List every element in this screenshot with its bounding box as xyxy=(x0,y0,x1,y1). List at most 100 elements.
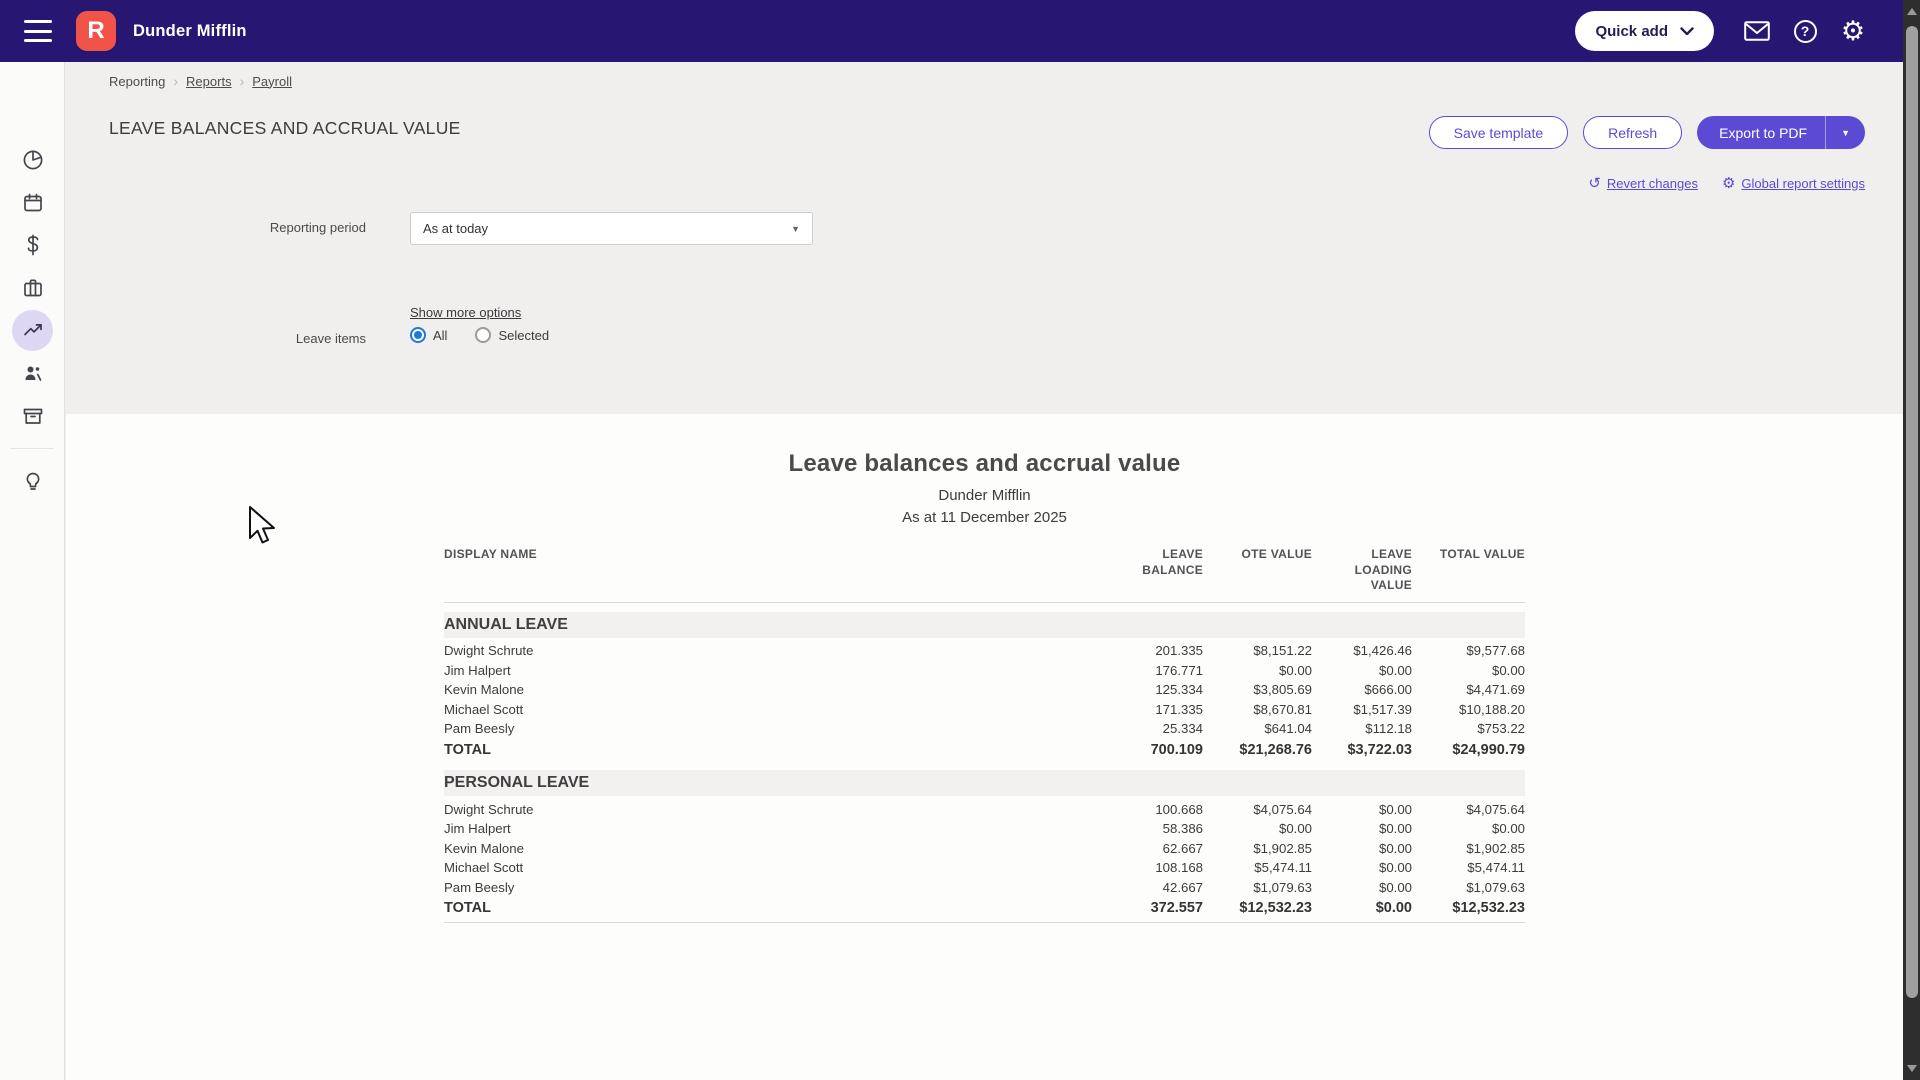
calendar-icon[interactable] xyxy=(12,182,53,223)
scrollbar-up-arrow-icon[interactable] xyxy=(1907,8,1917,15)
briefcase-icon[interactable] xyxy=(12,267,53,308)
scrollbar-down-arrow-icon[interactable] xyxy=(1907,1065,1917,1072)
radio-all-control[interactable] xyxy=(410,327,426,343)
cell-name: Jim Halpert xyxy=(444,663,984,678)
reporting-period-label: Reporting period xyxy=(66,220,366,235)
cell-value: $0.00 xyxy=(1312,663,1412,678)
chevron-down-icon xyxy=(1680,27,1694,36)
cell-value: $0.00 xyxy=(1412,821,1525,836)
cell-name: Dwight Schrute xyxy=(444,643,984,658)
cell-value: $0.00 xyxy=(1312,802,1412,817)
table-header-row: DISPLAY NAME LEAVE BALANCE OTE VALUE LEA… xyxy=(444,547,1525,603)
app-logo[interactable]: R xyxy=(76,11,116,51)
help-glyph: ? xyxy=(1801,23,1810,39)
cell-value: $8,151.22 xyxy=(1203,643,1312,658)
cell-value: $5,474.11 xyxy=(1203,860,1312,875)
cell-name: Dwight Schrute xyxy=(444,802,984,817)
column-display-name: DISPLAY NAME xyxy=(444,547,984,594)
table-row: Michael Scott171.335$8,670.81$1,517.39$1… xyxy=(444,699,1525,719)
vertical-scrollbar[interactable] xyxy=(1903,0,1920,1080)
cell-value: $0.00 xyxy=(1312,860,1412,875)
export-to-pdf-label: Export to PDF xyxy=(1697,125,1825,141)
cell-name: Kevin Malone xyxy=(444,682,984,697)
column-leave-loading-value: LEAVE LOADING VALUE xyxy=(1312,547,1412,594)
export-to-pdf-button[interactable]: Export to PDF ▼ xyxy=(1697,116,1865,149)
breadcrumb-separator: › xyxy=(173,73,178,89)
cell-name: Pam Beesly xyxy=(444,880,984,895)
cell-value: $0.00 xyxy=(1203,663,1312,678)
cell-value: 372.557 xyxy=(984,900,1203,916)
report-company: Dunder Mifflin xyxy=(444,487,1525,504)
cell-name: TOTAL xyxy=(444,900,984,916)
cell-value: 176.771 xyxy=(984,663,1203,678)
radio-selected[interactable]: Selected xyxy=(475,327,549,343)
table-row: Jim Halpert176.771$0.00$0.00$0.00 xyxy=(444,660,1525,680)
archive-icon[interactable] xyxy=(12,395,53,436)
global-report-settings-label: Global report settings xyxy=(1741,176,1865,191)
gear-icon: ⚙ xyxy=(1722,174,1735,192)
cell-value: 125.334 xyxy=(984,682,1203,697)
help-icon[interactable]: ? xyxy=(1782,11,1828,51)
settings-gear-icon[interactable]: ⚙ xyxy=(1830,11,1876,51)
cell-name: Jim Halpert xyxy=(444,821,984,836)
table-row: Michael Scott108.168$5,474.11$0.00$5,474… xyxy=(444,858,1525,878)
mail-icon[interactable] xyxy=(1734,11,1780,51)
toolbar: Save template Refresh Export to PDF ▼ xyxy=(1429,116,1865,149)
save-template-button[interactable]: Save template xyxy=(1429,116,1569,149)
undo-icon: ↺ xyxy=(1588,174,1601,192)
app-window: R Dunder Mifflin Quick add ? xyxy=(0,0,1920,1080)
export-dropdown-caret[interactable]: ▼ xyxy=(1826,128,1865,138)
lightbulb-icon[interactable] xyxy=(12,461,53,502)
cell-value: $4,075.64 xyxy=(1412,802,1525,817)
dollar-icon[interactable] xyxy=(12,224,53,265)
scrollbar-thumb[interactable] xyxy=(1906,26,1918,998)
cell-value: $1,079.63 xyxy=(1412,880,1525,895)
quick-add-button[interactable]: Quick add xyxy=(1575,11,1714,51)
cell-value: $0.00 xyxy=(1203,821,1312,836)
pie-chart-icon[interactable] xyxy=(12,139,53,180)
breadcrumb-payroll-link[interactable]: Payroll xyxy=(252,74,292,89)
report-table-body: ANNUAL LEAVE Dwight Schrute201.335$8,151.… xyxy=(444,612,1525,923)
logo-letter: R xyxy=(87,17,104,45)
cell-value: $4,471.69 xyxy=(1412,682,1525,697)
column-leave-balance: LEAVE BALANCE xyxy=(984,547,1203,594)
reporting-period-select[interactable]: As at today ▼ xyxy=(410,212,813,245)
show-more-options-link[interactable]: Show more options xyxy=(410,305,521,320)
table-row: Kevin Malone62.667$1,902.85$0.00$1,902.8… xyxy=(444,838,1525,858)
top-navbar: R Dunder Mifflin Quick add ? xyxy=(0,0,1920,62)
select-caret-icon: ▼ xyxy=(791,224,800,234)
cell-value: $24,990.79 xyxy=(1412,742,1525,758)
table-row: Dwight Schrute100.668$4,075.64$0.00$4,07… xyxy=(444,799,1525,819)
cell-value: $5,474.11 xyxy=(1412,860,1525,875)
table-row: Dwight Schrute201.335$8,151.22$1,426.46$… xyxy=(444,641,1525,661)
cell-value: $21,268.76 xyxy=(1203,742,1312,758)
global-report-settings-link[interactable]: ⚙ Global report settings xyxy=(1722,174,1865,192)
column-total-value: TOTAL VALUE xyxy=(1412,547,1525,594)
radio-selected-control[interactable] xyxy=(475,327,491,343)
breadcrumb: Reporting › Reports › Payroll xyxy=(109,73,292,89)
cell-value: $12,532.23 xyxy=(1412,900,1525,916)
revert-changes-link[interactable]: ↺ Revert changes xyxy=(1588,174,1698,192)
report-as-at-date: As at 11 December 2025 xyxy=(444,509,1525,526)
breadcrumb-reports-link[interactable]: Reports xyxy=(186,74,232,89)
cell-value: $1,079.63 xyxy=(1203,880,1312,895)
section-header: PERSONAL LEAVE xyxy=(444,770,1525,796)
cell-value: $1,902.85 xyxy=(1412,841,1525,856)
refresh-button[interactable]: Refresh xyxy=(1583,116,1682,149)
cell-value: 42.667 xyxy=(984,880,1203,895)
trending-up-icon[interactable] xyxy=(12,310,53,351)
leave-items-label: Leave items xyxy=(66,331,366,346)
cell-name: Michael Scott xyxy=(444,860,984,875)
table-total-row: TOTAL372.557$12,532.23$0.00$12,532.23 xyxy=(444,897,1525,920)
hamburger-menu-icon[interactable] xyxy=(24,20,52,42)
report-panel: Leave balances and accrual value Dunder … xyxy=(66,414,1903,1080)
table-row: Pam Beesly42.667$1,079.63$0.00$1,079.63 xyxy=(444,877,1525,897)
cell-value: $1,517.39 xyxy=(1312,702,1412,717)
revert-changes-label: Revert changes xyxy=(1607,176,1698,191)
table-total-row: TOTAL700.109$21,268.76$3,722.03$24,990.7… xyxy=(444,738,1525,761)
cell-value: $3,722.03 xyxy=(1312,742,1412,758)
table-row: Jim Halpert58.386$0.00$0.00$0.00 xyxy=(444,819,1525,839)
section-header: ANNUAL LEAVE xyxy=(444,612,1525,638)
radio-all[interactable]: All xyxy=(410,327,447,343)
users-icon[interactable] xyxy=(12,352,53,393)
